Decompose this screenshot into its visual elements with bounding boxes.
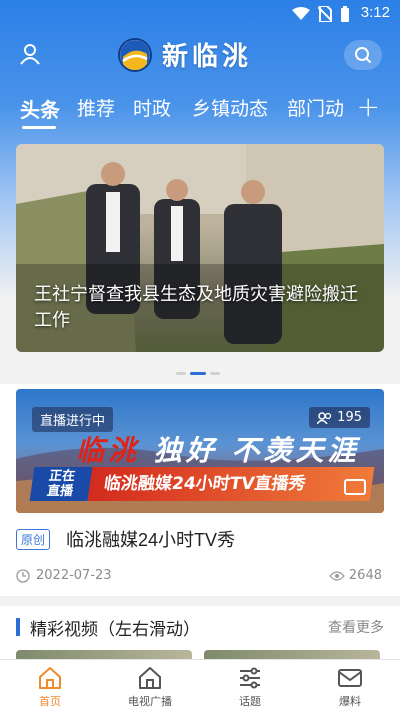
status-bar: 3:12: [0, 0, 400, 28]
nav-home-label: 首页: [39, 695, 61, 708]
live-slogan: 临洮 独好 不羡天涯: [76, 429, 360, 469]
section-title: 精彩视频（左右滑动）: [30, 620, 200, 640]
app-logo: 新临洮: [118, 36, 252, 73]
mail-icon: [338, 669, 362, 687]
nav-tipoff-label: 爆料: [339, 695, 361, 708]
status-time: 3:12: [360, 4, 390, 21]
carousel-dot: [176, 372, 186, 375]
carousel-dot: [210, 372, 220, 375]
nav-tv-radio[interactable]: 电视广播: [100, 660, 200, 711]
live-strip-title: 临洮融媒24小时TV直播秀: [87, 467, 375, 501]
viewer-count: 195: [309, 407, 370, 428]
live-news-card[interactable]: 直播进行中 195 临洮 独好 不羡天涯 正在 直播 临洮融媒24小时TV直播秀…: [0, 384, 400, 596]
headline-carousel[interactable]: 王社宁督查我县生态及地质灾害避险搬迁工作: [16, 144, 384, 352]
status-icons: [292, 6, 350, 22]
search-icon: [355, 47, 372, 64]
video-camera-icon: [344, 479, 366, 495]
carousel-indicator: [176, 372, 220, 375]
search-button[interactable]: [344, 40, 382, 70]
nav-topics-label: 话题: [239, 695, 261, 708]
wifi-icon: [292, 7, 310, 20]
viewer-count-value: 195: [337, 410, 362, 425]
article-date: 2022-07-23: [16, 568, 112, 583]
carousel-dot-active: [190, 372, 206, 375]
banner-caption: 王社宁督查我县生态及地质灾害避险搬迁工作: [34, 284, 358, 331]
viewers-icon: [317, 411, 332, 424]
battery-icon: [341, 6, 349, 22]
tab-politics[interactable]: 时政: [133, 94, 171, 121]
tab-headlines[interactable]: 头条: [20, 94, 60, 123]
tab-township[interactable]: 乡镇动态: [192, 94, 268, 121]
live-badge-line1: 正在: [47, 469, 77, 484]
see-more-link[interactable]: 查看更多: [328, 617, 384, 637]
user-icon: [20, 44, 40, 65]
app-header: 新临洮: [0, 30, 400, 80]
add-channel-button[interactable]: +: [357, 90, 380, 123]
no-sim-icon: [318, 6, 332, 22]
home-icon: [39, 667, 61, 689]
nav-topics[interactable]: 话题: [200, 660, 300, 711]
featured-videos-section: 精彩视频（左右滑动） 查看更多: [0, 606, 400, 666]
original-badge: 原创: [16, 529, 51, 550]
article-views-value: 2648: [348, 568, 382, 583]
sliders-icon: [240, 667, 260, 689]
profile-button[interactable]: [16, 40, 44, 68]
live-badge-line2: 直播: [45, 484, 74, 499]
clock-icon: [16, 568, 30, 583]
tv-home-icon: [139, 667, 161, 689]
live-now-badge: 正在 直播: [29, 467, 93, 501]
tab-departments[interactable]: 部门动: [287, 94, 344, 121]
live-strip: 正在 直播 临洮融媒24小时TV直播秀: [29, 467, 375, 501]
eye-icon: [329, 570, 345, 581]
slogan-highlight: 临洮: [76, 434, 141, 467]
tab-recommend[interactable]: 推荐: [77, 94, 115, 121]
logo-mark-icon: [118, 37, 152, 72]
nav-tv-radio-label: 电视广播: [128, 695, 172, 708]
live-stream-banner[interactable]: 直播进行中 195 临洮 独好 不羡天涯 正在 直播 临洮融媒24小时TV直播秀: [16, 389, 384, 513]
article-date-value: 2022-07-23: [36, 568, 112, 583]
bottom-navigation: 首页 电视广播 话题 爆料: [0, 659, 400, 711]
section-accent-bar: [16, 618, 20, 636]
article-title[interactable]: 临洮融媒24小时TV秀: [66, 526, 235, 552]
channel-tabs: 头条 推荐 时政 乡镇动态 部门动 +: [0, 90, 400, 134]
article-views: 2648: [329, 568, 382, 583]
slogan-text: 独好 不羡天涯: [153, 434, 360, 467]
nav-home[interactable]: 首页: [0, 660, 100, 711]
nav-tipoff[interactable]: 爆料: [300, 660, 400, 711]
active-tab-indicator: [22, 126, 56, 129]
app-name: 新临洮: [162, 42, 253, 72]
